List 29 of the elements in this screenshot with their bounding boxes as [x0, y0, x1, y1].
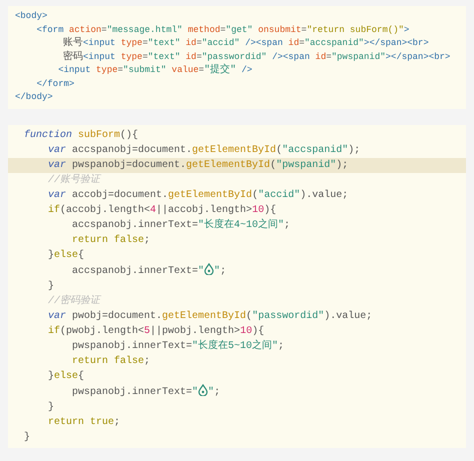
code-line: //账号验证 — [47, 172, 102, 188]
code-line: } — [47, 400, 56, 414]
code-line: <form action="message.html" method="get" onsubmit="return subForm()"> — [36, 24, 410, 36]
code-line: <body> — [15, 10, 48, 23]
code-line: } — [47, 280, 56, 294]
code-line: var accobj=document.getElementById("accid").value; — [47, 188, 350, 202]
code-line: accspanobj.innerText=" "; — [8, 262, 466, 278]
code-line: }else{ — [47, 248, 86, 262]
code-line: return true; — [47, 416, 122, 430]
code-line: var accspanobj=document.getElementById("accspanid"); — [47, 144, 362, 158]
code-line: pwspanobj.innerText="长度在5~10之间"; — [71, 338, 286, 354]
code-line: //密码验证 — [47, 294, 102, 308]
emoji-icon — [198, 384, 208, 396]
emoji-icon — [204, 262, 214, 274]
code-line: </form> — [36, 78, 76, 90]
code-line: if(accobj.length<4||accobj.length>10){ — [47, 204, 278, 218]
code-line: 密码<input type="text" id="passwordid" /><span id="pwspanid"></span><br> — [62, 50, 452, 64]
code-line: return false; — [71, 234, 152, 248]
code-line: var pwobj=document.getElementById("passwordid").value; — [47, 310, 374, 324]
code-line: }else{ — [47, 370, 86, 384]
code-line: return false; — [71, 354, 152, 368]
code-line: 账号<input type="text" id="accid" /><span id="accspanid"></span><br> — [62, 37, 430, 50]
code-line: pwspanobj.innerText=" "; — [8, 384, 466, 400]
code-line: accspanobj.innerText="长度在4~10之间"; — [71, 218, 292, 232]
code-line: if(pwobj.length<5||pwobj.length>10){ — [47, 324, 266, 338]
code-line: function subForm(){ — [23, 128, 140, 142]
code-line: } — [23, 430, 32, 444]
code-line: <input type="submit" value="提交" /> — [57, 64, 254, 78]
code-line: </body> — [15, 91, 54, 104]
